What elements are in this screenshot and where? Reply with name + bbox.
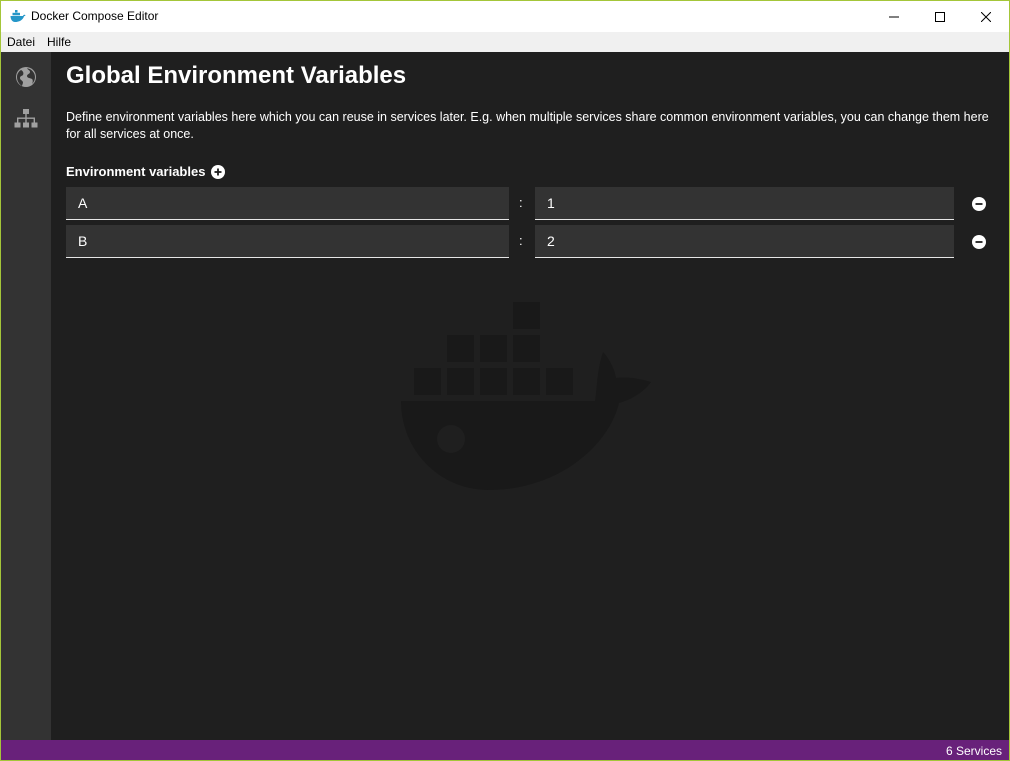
- minimize-icon: [889, 16, 899, 17]
- main-content: Global Environment Variables Define envi…: [51, 52, 1009, 740]
- env-separator: :: [519, 195, 523, 210]
- docker-whale-watermark-icon: [401, 302, 651, 490]
- close-icon: [981, 11, 991, 22]
- sidebar: [1, 52, 51, 740]
- title-bar[interactable]: Docker Compose Editor: [1, 1, 1009, 32]
- menu-bar: Datei Hilfe: [1, 32, 1009, 52]
- maximize-icon: [935, 11, 945, 22]
- add-variable-icon[interactable]: [211, 164, 226, 179]
- env-key-input[interactable]: [66, 225, 509, 258]
- page-description: Define environment variables here which …: [66, 110, 989, 141]
- env-value-input[interactable]: [535, 225, 954, 258]
- menu-item-hilfe[interactable]: Hilfe: [47, 35, 71, 49]
- remove-variable-icon[interactable]: [972, 235, 986, 249]
- env-separator: :: [519, 233, 523, 248]
- env-section-header: Environment variables: [66, 164, 226, 179]
- minimize-button[interactable]: [871, 1, 917, 32]
- app-window: Docker Compose Editor Datei Hilfe Global…: [0, 0, 1010, 761]
- menu-item-datei[interactable]: Datei: [7, 35, 35, 49]
- services-count: 6 Services: [945, 744, 1002, 758]
- page-title: Global Environment Variables: [66, 62, 407, 89]
- maximize-button[interactable]: [917, 1, 963, 32]
- env-variable-row: :: [66, 225, 996, 258]
- sidebar-item-services[interactable]: [14, 107, 38, 131]
- env-value-input[interactable]: [535, 187, 954, 220]
- globe-icon: [16, 67, 36, 87]
- sidebar-item-global[interactable]: [14, 65, 38, 89]
- close-button[interactable]: [963, 1, 1009, 32]
- docker-whale-icon: [10, 10, 26, 22]
- env-section-label: Environment variables: [66, 164, 206, 179]
- remove-variable-icon[interactable]: [972, 197, 986, 211]
- network-icon: [14, 109, 38, 128]
- env-key-input[interactable]: [66, 187, 509, 220]
- status-bar: 6 Services: [1, 740, 1009, 760]
- window-title: Docker Compose Editor: [31, 9, 159, 23]
- env-variable-row: :: [66, 187, 996, 220]
